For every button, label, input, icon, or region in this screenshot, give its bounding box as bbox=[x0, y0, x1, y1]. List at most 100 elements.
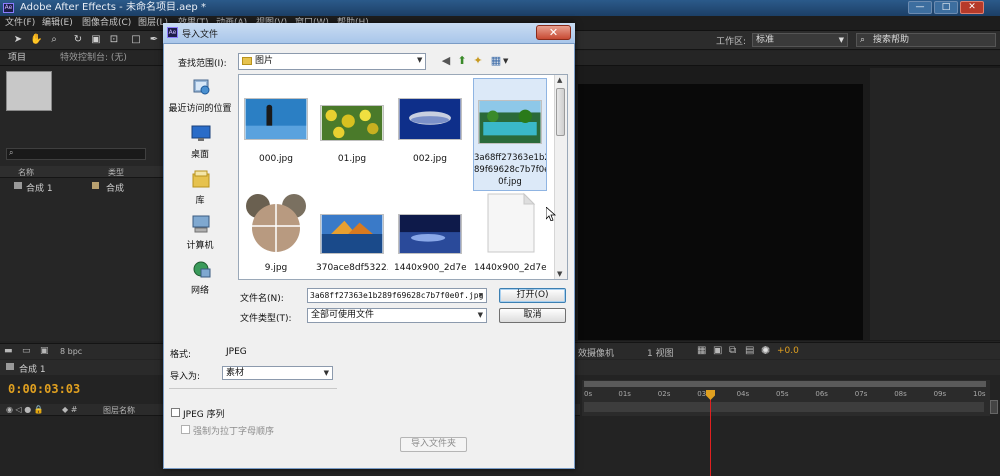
image-thumbnail bbox=[244, 98, 308, 140]
mask-tool-icon[interactable]: □ bbox=[130, 34, 142, 46]
work-area-bar[interactable] bbox=[584, 381, 986, 387]
ae-app-icon: Ae bbox=[167, 27, 178, 38]
viewer-controls: 效摄像机 1 视图 ▦ ▣ ⧉ ▤ ✺ +0.0 bbox=[575, 342, 1000, 359]
grid-icon[interactable]: ▦ bbox=[697, 345, 706, 356]
ruler-tick-label: 10s bbox=[973, 390, 986, 398]
menu-file[interactable]: 文件(F) bbox=[5, 16, 35, 31]
ruler-tick-label: 09s bbox=[933, 390, 947, 398]
ruler-tick-label: 06s bbox=[815, 390, 828, 398]
filename-input[interactable]: 3a68ff27363e1b289f69628c7b7f0e0f.jpg ▼ bbox=[307, 288, 487, 303]
av-switches-icon: ◉ ◁ ● 🔒 bbox=[6, 405, 44, 414]
search-icon: ⌕ bbox=[860, 35, 866, 45]
ruler-tick-label: 04s bbox=[736, 390, 750, 398]
library-icon[interactable] bbox=[191, 170, 211, 188]
bit-depth[interactable]: 8 bpc bbox=[60, 347, 82, 356]
place-computer[interactable]: 计算机 bbox=[168, 238, 232, 251]
dialog-close-button[interactable]: ✕ bbox=[536, 25, 571, 40]
close-window-button[interactable]: ✕ bbox=[960, 1, 984, 14]
folder-icon[interactable]: ▭ bbox=[22, 346, 31, 356]
tab-comp-1[interactable]: 合成 1 bbox=[19, 362, 46, 375]
jpeg-sequence-checkbox[interactable] bbox=[171, 408, 180, 417]
maximize-button[interactable]: □ bbox=[934, 1, 958, 14]
exposure-icon[interactable]: ✺ bbox=[761, 344, 770, 357]
new-comp-icon[interactable]: ▣ bbox=[40, 346, 49, 356]
active-camera-select[interactable]: 效摄像机 bbox=[578, 346, 614, 359]
workspace-select[interactable]: 标准 ▼ bbox=[752, 33, 848, 47]
scroll-down-icon[interactable]: ▼ bbox=[557, 270, 562, 278]
tab-project[interactable]: 项目 bbox=[8, 51, 26, 66]
project-item-row[interactable]: 合成 1 合成 bbox=[0, 180, 163, 194]
back-icon[interactable]: ◀ bbox=[440, 55, 452, 67]
divider bbox=[169, 388, 337, 389]
views-select[interactable]: 1 视图 bbox=[647, 346, 674, 359]
file-name: 1440x900_2d7e... bbox=[394, 263, 466, 273]
alpha-order-checkbox[interactable] bbox=[181, 425, 190, 434]
image-thumbnail bbox=[398, 98, 462, 140]
col-type[interactable]: 类型 bbox=[108, 167, 124, 178]
rotate-tool-icon[interactable]: ↻ bbox=[72, 34, 84, 46]
pan-behind-tool-icon[interactable]: ⊡ bbox=[108, 34, 120, 46]
snapshot-icon[interactable]: ⧉ bbox=[729, 345, 736, 356]
cancel-button[interactable]: 取消 bbox=[499, 308, 566, 323]
filetype-value: 全部可使用文件 bbox=[311, 310, 375, 320]
search-help-input[interactable]: ⌕ 搜索帮助 bbox=[856, 33, 996, 47]
file-name: 370ace8df5322... bbox=[316, 263, 388, 273]
ruler-tick-label: 07s bbox=[854, 390, 868, 398]
open-button[interactable]: 打开(O) bbox=[499, 288, 566, 303]
scroll-up-icon[interactable]: ▲ bbox=[557, 76, 562, 84]
project-panel-footer: ▬ ▭ ▣ 8 bpc bbox=[0, 343, 163, 359]
generic-file-icon bbox=[487, 192, 536, 253]
timeline-scroll-handle[interactable] bbox=[990, 400, 998, 414]
image-thumbnail bbox=[320, 105, 384, 141]
project-thumbnail bbox=[6, 71, 52, 111]
format-label: 格式: bbox=[170, 350, 192, 360]
ae-app-icon: Ae bbox=[3, 3, 14, 13]
place-library[interactable]: 库 bbox=[168, 193, 232, 206]
camera-tool-icon[interactable]: ▣ bbox=[90, 34, 102, 46]
channel-icon[interactable]: ▤ bbox=[745, 345, 754, 356]
file-name: 1440x900_2d7e... bbox=[474, 263, 546, 273]
chevron-down-icon: ▼ bbox=[477, 311, 483, 319]
zoom-tool-icon[interactable]: ⌕ bbox=[48, 34, 60, 46]
import-folder-button[interactable]: 导入文件夹 bbox=[400, 437, 467, 452]
project-column-header: 名称 类型 bbox=[0, 166, 163, 178]
chevron-down-icon: ▼ bbox=[838, 36, 844, 44]
hand-tool-icon[interactable]: ✋ bbox=[30, 34, 42, 46]
folder-icon bbox=[242, 57, 252, 65]
project-search-input[interactable]: ⌕ bbox=[6, 148, 146, 160]
pen-tool-icon[interactable]: ✒ bbox=[148, 34, 160, 46]
selection-tool-icon[interactable]: ➤ bbox=[12, 34, 24, 46]
file-name-line-2: 89f69628c7b7f0e bbox=[474, 165, 546, 175]
look-in-value: 图片 bbox=[255, 56, 274, 66]
exposure-value[interactable]: +0.0 bbox=[777, 346, 799, 356]
image-thumbnail bbox=[320, 214, 384, 254]
look-in-select[interactable]: 图片 bbox=[238, 53, 426, 70]
view-menu-icon[interactable]: ▦ bbox=[490, 55, 502, 67]
minimize-button[interactable]: — bbox=[908, 1, 932, 14]
chevron-down-icon: ▼ bbox=[417, 56, 423, 64]
network-icon[interactable] bbox=[191, 260, 211, 278]
computer-icon[interactable] bbox=[191, 215, 211, 233]
ruler-tick-label: 08s bbox=[894, 390, 907, 398]
scrollbar-thumb[interactable] bbox=[556, 88, 565, 136]
interpret-footage-icon[interactable]: ▬ bbox=[4, 346, 13, 356]
up-folder-icon[interactable]: ⬆ bbox=[456, 55, 468, 67]
time-navigator[interactable] bbox=[584, 402, 984, 412]
place-network[interactable]: 网络 bbox=[168, 283, 232, 296]
current-time[interactable]: 0:00:03:03 bbox=[8, 382, 80, 396]
menu-composition[interactable]: 图像合成(C) bbox=[82, 16, 131, 31]
playhead-line[interactable] bbox=[710, 390, 711, 476]
new-folder-icon[interactable]: ✦ bbox=[472, 55, 484, 67]
desktop-icon[interactable] bbox=[191, 124, 211, 142]
file-name: 000.jpg bbox=[259, 154, 293, 164]
toggle-pixel-icon[interactable]: ▣ bbox=[713, 345, 722, 356]
composition-canvas[interactable] bbox=[578, 84, 863, 340]
col-name[interactable]: 名称 bbox=[18, 167, 34, 178]
place-desktop[interactable]: 桌面 bbox=[168, 147, 232, 160]
place-recent[interactable]: 最近访问的位置 bbox=[168, 101, 232, 114]
menu-edit[interactable]: 编辑(E) bbox=[42, 16, 73, 31]
import-as-select[interactable]: 素材 ▼ bbox=[222, 366, 333, 380]
filetype-select[interactable]: 全部可使用文件 ▼ bbox=[307, 308, 487, 323]
recent-places-icon[interactable] bbox=[191, 78, 211, 96]
tab-effect-controls[interactable]: 特效控制台: (无) bbox=[60, 51, 127, 66]
